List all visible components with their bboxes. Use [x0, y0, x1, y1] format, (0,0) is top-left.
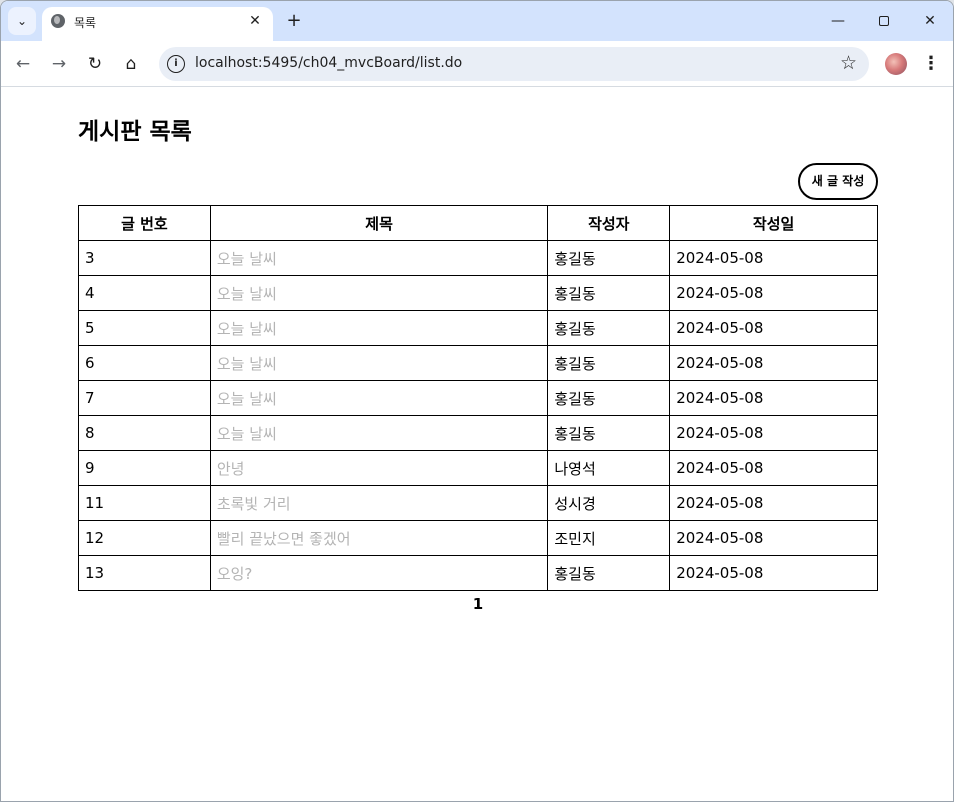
board-table: 글 번호 제목 작성자 작성일 3 오늘 날씨 홍길동 2024-05-08 4… — [78, 205, 878, 591]
post-writer: 성시경 — [547, 485, 671, 521]
tab-title: 목록 — [74, 16, 97, 30]
new-tab-button[interactable]: + — [281, 9, 307, 35]
globe-icon — [51, 14, 65, 28]
reload-button[interactable]: ↻ — [81, 50, 109, 78]
post-title-link[interactable]: 빨리 끝났으면 좋겠어 — [209, 520, 549, 556]
post-no: 12 — [78, 520, 211, 556]
post-no: 6 — [78, 345, 211, 381]
table-row: 13 오잉? 홍길동 2024-05-08 — [78, 555, 878, 591]
post-date: 2024-05-08 — [669, 310, 878, 346]
post-writer: 홍길동 — [547, 275, 671, 311]
reload-icon: ↻ — [87, 54, 103, 74]
info-icon[interactable]: i — [167, 55, 185, 73]
post-no: 13 — [78, 555, 211, 591]
pagination: 1 — [1, 595, 953, 613]
post-title-link[interactable]: 안녕 — [209, 450, 549, 486]
post-date: 2024-05-08 — [669, 520, 878, 556]
post-no: 11 — [78, 485, 211, 521]
table-row: 7 오늘 날씨 홍길동 2024-05-08 — [78, 380, 878, 416]
table-row: 3 오늘 날씨 홍길동 2024-05-08 — [78, 240, 878, 276]
post-date: 2024-05-08 — [669, 555, 878, 591]
chevron-down-icon: ⌄ — [16, 14, 28, 28]
post-title-link[interactable]: 오늘 날씨 — [209, 275, 549, 311]
post-writer: 홍길동 — [547, 310, 671, 346]
table-row: 12 빨리 끝났으면 좋겠어 조민지 2024-05-08 — [78, 520, 878, 556]
post-date: 2024-05-08 — [669, 450, 878, 486]
close-window-button[interactable]: ✕ — [907, 7, 953, 35]
column-header-title: 제목 — [209, 205, 549, 241]
post-no: 9 — [78, 450, 211, 486]
maximize-icon — [879, 16, 889, 26]
post-writer: 홍길동 — [547, 240, 671, 276]
star-icon[interactable]: ☆ — [840, 52, 857, 74]
column-header-no: 글 번호 — [78, 205, 211, 241]
browser-window: ⌄ 목록 ✕ + — ✕ ← → ↻ ⌂ i localhost:5495/ch… — [0, 0, 954, 802]
post-title-link[interactable]: 오늘 날씨 — [209, 345, 549, 381]
table-row: 9 안녕 나영석 2024-05-08 — [78, 450, 878, 486]
arrow-right-icon: → — [51, 54, 67, 74]
post-writer: 조민지 — [547, 520, 671, 556]
table-row: 6 오늘 날씨 홍길동 2024-05-08 — [78, 345, 878, 381]
post-date: 2024-05-08 — [669, 275, 878, 311]
forward-button[interactable]: → — [45, 50, 73, 78]
post-date: 2024-05-08 — [669, 345, 878, 381]
new-post-button[interactable]: 새 글 작성 — [798, 163, 878, 200]
maximize-button[interactable] — [861, 7, 907, 35]
back-button[interactable]: ← — [9, 50, 37, 78]
table-row: 5 오늘 날씨 홍길동 2024-05-08 — [78, 310, 878, 346]
post-title-link[interactable]: 초록빛 거리 — [209, 485, 549, 521]
post-no: 7 — [78, 380, 211, 416]
address-bar[interactable]: i localhost:5495/ch04_mvcBoard/list.do ☆ — [159, 47, 869, 81]
post-date: 2024-05-08 — [669, 380, 878, 416]
browser-toolbar: ← → ↻ ⌂ i localhost:5495/ch04_mvcBoard/l… — [1, 41, 953, 87]
tab-strip: ⌄ 목록 ✕ + — ✕ — [1, 1, 953, 41]
post-date: 2024-05-08 — [669, 415, 878, 451]
url-text[interactable]: localhost:5495/ch04_mvcBoard/list.do — [195, 55, 462, 71]
post-no: 4 — [78, 275, 211, 311]
post-writer: 홍길동 — [547, 415, 671, 451]
home-icon: ⌂ — [125, 54, 137, 74]
profile-avatar[interactable] — [885, 53, 907, 75]
post-writer: 홍길동 — [547, 380, 671, 416]
post-date: 2024-05-08 — [669, 485, 878, 521]
post-title-link[interactable]: 오늘 날씨 — [209, 415, 549, 451]
kebab-menu-icon[interactable]: ⋮ — [921, 50, 941, 78]
table-row: 8 오늘 날씨 홍길동 2024-05-08 — [78, 415, 878, 451]
table-header-row: 글 번호 제목 작성자 작성일 — [78, 205, 878, 241]
post-writer: 나영석 — [547, 450, 671, 486]
post-title-link[interactable]: 오잉? — [209, 555, 549, 591]
post-writer: 홍길동 — [547, 345, 671, 381]
page-content: 게시판 목록 새 글 작성 글 번호 제목 작성자 작성일 3 오늘 날씨 홍길… — [1, 88, 953, 801]
column-header-writer: 작성자 — [547, 205, 671, 241]
table-row: 4 오늘 날씨 홍길동 2024-05-08 — [78, 275, 878, 311]
close-tab-button[interactable]: ✕ — [245, 11, 265, 31]
post-title-link[interactable]: 오늘 날씨 — [209, 380, 549, 416]
page-title: 게시판 목록 — [78, 119, 192, 145]
post-date: 2024-05-08 — [669, 240, 878, 276]
post-no: 3 — [78, 240, 211, 276]
table-row: 11 초록빛 거리 성시경 2024-05-08 — [78, 485, 878, 521]
minimize-button[interactable]: — — [815, 7, 861, 35]
post-no: 5 — [78, 310, 211, 346]
post-title-link[interactable]: 오늘 날씨 — [209, 310, 549, 346]
column-header-date: 작성일 — [669, 205, 878, 241]
post-writer: 홍길동 — [547, 555, 671, 591]
post-title-link[interactable]: 오늘 날씨 — [209, 240, 549, 276]
post-no: 8 — [78, 415, 211, 451]
page-link-current[interactable]: 1 — [473, 595, 483, 613]
home-button[interactable]: ⌂ — [117, 50, 145, 78]
tab-active[interactable]: 목록 ✕ — [42, 7, 273, 41]
arrow-left-icon: ← — [15, 54, 31, 74]
tab-search-button[interactable]: ⌄ — [8, 7, 36, 35]
